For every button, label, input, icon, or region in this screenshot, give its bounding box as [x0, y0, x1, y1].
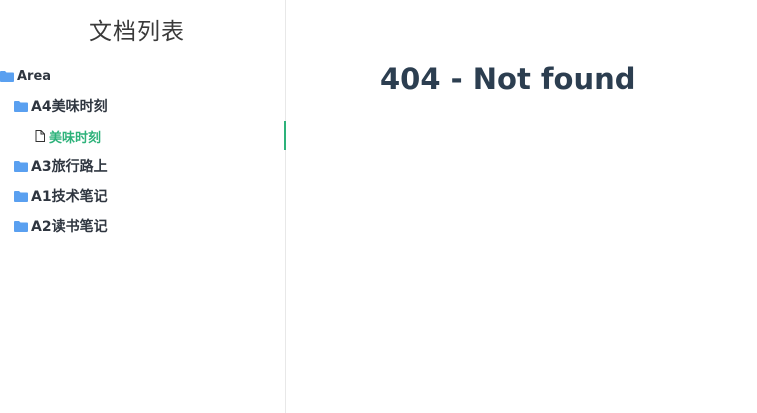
active-item-marker: [284, 121, 286, 150]
folder-icon: [14, 100, 28, 112]
app-window: 文档列表 Area A4美味时刻 美味时刻 A3旅行路上 A1技术笔记 A2读书…: [0, 0, 757, 413]
folder-icon: [14, 190, 28, 202]
tree-item-a2[interactable]: A2读书笔记: [14, 216, 108, 236]
tree-item-label: A4美味时刻: [31, 99, 108, 115]
page-title: 404 - Not found: [380, 62, 636, 96]
file-icon: [35, 130, 45, 142]
tree-item-label: A1技术笔记: [31, 189, 108, 205]
tree-item-a1[interactable]: A1技术笔记: [14, 186, 108, 206]
tree-item-file-active[interactable]: 美味时刻: [35, 126, 101, 146]
tree-item-label: A2读书笔记: [31, 219, 108, 235]
tree-item-label: 美味时刻: [49, 130, 102, 146]
folder-icon: [14, 160, 28, 172]
sidebar-title: 文档列表: [89, 19, 185, 45]
tree-item-label: A3旅行路上: [31, 159, 108, 175]
tree-item-a4[interactable]: A4美味时刻: [14, 96, 108, 116]
tree-item-label: Area: [17, 68, 52, 84]
tree-item-area[interactable]: Area: [0, 66, 51, 86]
sidebar: 文档列表 Area A4美味时刻 美味时刻 A3旅行路上 A1技术笔记 A2读书…: [0, 0, 286, 413]
folder-icon: [0, 70, 14, 82]
folder-icon: [14, 220, 28, 232]
tree-item-a3[interactable]: A3旅行路上: [14, 156, 108, 176]
